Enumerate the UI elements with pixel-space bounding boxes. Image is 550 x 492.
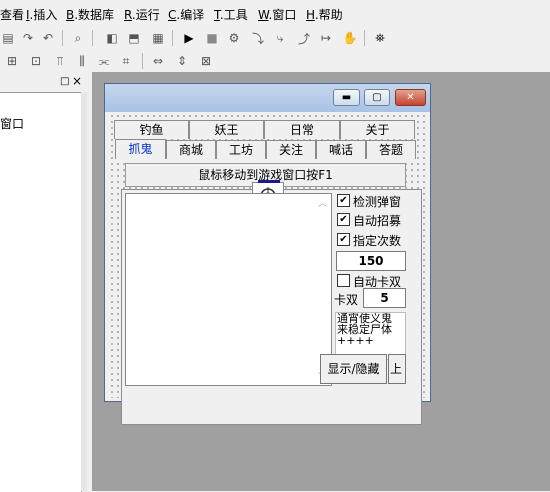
layout-grid-icon[interactable]: ▦ <box>150 30 166 46</box>
tab-about[interactable]: 关于 <box>340 120 415 139</box>
close-icon: ✕ <box>406 92 415 103</box>
menu-help[interactable]: H.帮助 <box>306 6 343 23</box>
check-icon[interactable]: ✔ <box>337 213 350 226</box>
pin-icon[interactable]: □ <box>60 76 69 87</box>
align-top-icon[interactable]: ⫪ <box>52 53 68 69</box>
form-title-bar[interactable]: ▬ ▢ ✕ <box>105 84 430 112</box>
stop-icon[interactable]: ■ <box>204 30 220 46</box>
tab-catch-ghost[interactable]: 抓鬼 <box>115 139 166 159</box>
minimize-button[interactable]: ▬ <box>333 89 360 106</box>
tab-fishing[interactable]: 钓鱼 <box>114 120 189 139</box>
toolbar-alignment: ⊞ ⊡ ⫪ ⫼ ⫘ ⌗ ⇔ ⇕ ⊠ <box>0 50 550 72</box>
hand-icon[interactable]: ✋ <box>342 30 358 46</box>
menu-insert[interactable]: I.插入 <box>26 6 57 23</box>
align-middle-icon[interactable]: ⫼ <box>74 53 90 69</box>
layout-left-icon[interactable]: ◧ <box>104 30 120 46</box>
debug-icon[interactable]: ⚙ <box>226 30 242 46</box>
align-center-icon[interactable]: ⊡ <box>28 53 44 69</box>
menu-tools[interactable]: T.工具 <box>214 6 248 23</box>
log-listbox[interactable]: ︿ ﹀ <box>125 193 332 386</box>
toolbar-standard: ▤ ↷ ↶ ⌕ ◧ ⬒ ▦ ▶ ■ ⚙ ⤵ ⤷ ⤴ ↦ ✋ ⛯ <box>0 27 550 49</box>
tab-quiz[interactable]: 答题 <box>366 140 416 159</box>
tab-shop[interactable]: 商城 <box>166 140 216 159</box>
count-input[interactable]: 150 <box>336 251 406 271</box>
step-out-icon[interactable]: ⤴ <box>296 30 312 46</box>
layout-top-icon[interactable]: ⬒ <box>126 30 142 46</box>
minimize-icon: ▬ <box>341 92 352 103</box>
tab-workshop[interactable]: 工坊 <box>216 140 266 159</box>
tab-follow[interactable]: 关注 <box>266 140 316 159</box>
step-into-icon[interactable]: ⤵ <box>250 30 266 46</box>
align-left-icon[interactable]: ⊞ <box>4 53 20 69</box>
tree-item-window[interactable]: 窗口 <box>0 115 24 132</box>
tab-demon-king[interactable]: 妖王 <box>189 120 264 139</box>
check-icon[interactable]: ✔ <box>337 194 350 207</box>
step-over-icon[interactable]: ⤷ <box>272 30 288 46</box>
close-icon[interactable]: × <box>72 74 82 88</box>
paste-icon[interactable]: ▤ <box>0 30 16 46</box>
double-label: 卡双 <box>334 293 359 307</box>
checkbox-set-count[interactable]: ✔ 指定次数 <box>337 232 406 248</box>
menu-compile[interactable]: C.编译 <box>168 6 204 23</box>
tab-daily[interactable]: 日常 <box>264 120 340 139</box>
tab-shout[interactable]: 喊话 <box>316 140 366 159</box>
menu-database[interactable]: B.数据库 <box>66 6 114 23</box>
panel-header: □ × <box>0 74 86 90</box>
project-panel: □ × 窗口 <box>0 72 87 492</box>
notes-textbox[interactable]: 通宵使义鬼 来稳定尸体 ++++ <box>335 312 406 360</box>
redo-icon[interactable]: ↷ <box>20 30 36 46</box>
binoculars-icon[interactable]: ⛯ <box>372 30 388 46</box>
menu-run[interactable]: R.运行 <box>124 6 160 23</box>
menu-window[interactable]: W.窗口 <box>258 6 296 23</box>
check-icon[interactable]: ✔ <box>337 233 350 246</box>
notes-line: ++++ <box>337 334 374 347</box>
run-to-cursor-icon[interactable]: ↦ <box>318 30 334 46</box>
checkbox-auto-double[interactable]: 自动卡双 <box>337 273 406 289</box>
close-button[interactable]: ✕ <box>395 89 426 106</box>
maximize-button[interactable]: ▢ <box>364 89 390 106</box>
same-width-icon[interactable]: ⇔ <box>150 53 166 69</box>
show-hide-button[interactable]: 显示/隐藏 <box>320 354 387 384</box>
toolbar-separator <box>364 30 365 46</box>
double-input[interactable]: 5 <box>363 288 406 308</box>
toolbar-separator <box>92 30 93 46</box>
hidden-button[interactable]: 上 <box>388 354 406 384</box>
check-icon[interactable] <box>337 274 350 287</box>
undo-icon[interactable]: ↶ <box>40 30 56 46</box>
toolbar-separator <box>62 30 63 46</box>
space-horizontal-icon[interactable]: ⫘ <box>96 53 112 69</box>
maximize-icon: ▢ <box>372 92 382 103</box>
toolbar-separator <box>172 30 173 46</box>
checkbox-detect-popup[interactable]: ✔ 检测弹窗 <box>337 193 406 209</box>
same-size-icon[interactable]: ⊠ <box>198 53 214 69</box>
menu-view[interactable]: 查看 <box>0 6 24 23</box>
run-icon[interactable]: ▶ <box>181 30 197 46</box>
find-icon[interactable]: ⌕ <box>70 30 86 46</box>
space-vertical-icon[interactable]: ⌗ <box>118 53 134 69</box>
same-height-icon[interactable]: ⇕ <box>174 53 190 69</box>
scroll-up-icon[interactable]: ︿ <box>318 196 327 209</box>
toolbar-separator <box>142 53 143 69</box>
panel-scrollbar[interactable] <box>81 92 87 491</box>
menu-bar: 查看 I.插入 B.数据库 R.运行 C.编译 T.工具 W.窗口 H.帮助 <box>0 0 550 26</box>
picker-bar <box>258 180 280 183</box>
project-tree[interactable]: 窗口 <box>0 92 82 492</box>
checkbox-auto-recruit[interactable]: ✔ 自动招募 <box>337 212 406 228</box>
